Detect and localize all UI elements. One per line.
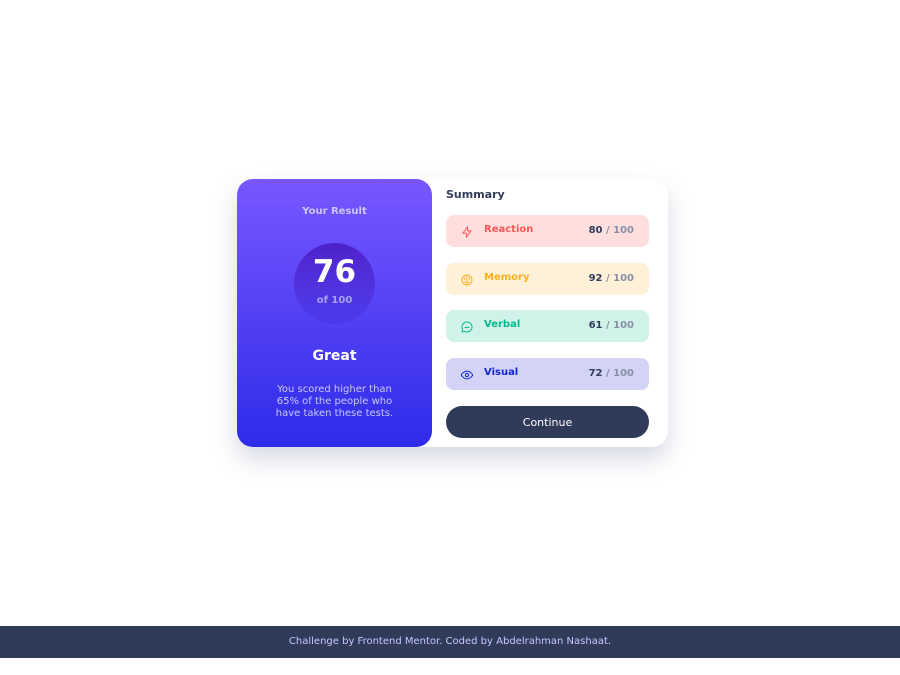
summary-row-label: Visual xyxy=(484,367,519,378)
rating-description: You scored higher than 65% of the people… xyxy=(275,384,394,419)
brain-icon xyxy=(460,272,474,286)
summary-row-visual: Visual 72 / 100 xyxy=(446,358,649,390)
result-panel: Your Result 76 of 100 Great You scored h… xyxy=(237,179,432,447)
results-card: Your Result 76 of 100 Great You scored h… xyxy=(237,179,668,447)
score-of-label: of 100 xyxy=(316,295,353,306)
chat-icon xyxy=(460,319,474,333)
summary-row-label: Memory xyxy=(484,272,530,283)
summary-row-reaction: Reaction 80 / 100 xyxy=(446,215,649,247)
summary-row-score: 61 / 100 xyxy=(589,320,634,331)
summary-row-label: Reaction xyxy=(484,224,534,235)
score-max: / 100 xyxy=(602,368,634,379)
score-number: 72 xyxy=(588,368,603,379)
score-max: / 100 xyxy=(602,320,634,331)
result-heading: Your Result xyxy=(302,206,367,217)
rating-title: Great xyxy=(312,348,357,364)
summary-row-score: 72 / 100 xyxy=(589,368,634,379)
summary-row-verbal: Verbal 61 / 100 xyxy=(446,310,649,342)
eye-icon xyxy=(460,367,474,381)
footer-attribution: Challenge by Frontend Mentor. Coded by A… xyxy=(0,626,900,658)
score-circle: 76 of 100 xyxy=(294,243,375,324)
summary-row-score: 92 / 100 xyxy=(589,273,634,284)
summary-row-label: Verbal xyxy=(484,319,521,330)
lightning-icon xyxy=(460,224,474,238)
summary-title: Summary xyxy=(446,188,505,201)
score-max: / 100 xyxy=(602,273,634,284)
score-number: 92 xyxy=(588,273,603,284)
score-value: 76 xyxy=(312,254,357,290)
summary-panel: Summary Reaction 80 / 100 Memory 92 / 10… xyxy=(446,179,649,447)
score-number: 61 xyxy=(588,320,603,331)
summary-row-memory: Memory 92 / 100 xyxy=(446,263,649,295)
score-max: / 100 xyxy=(602,225,634,236)
continue-button[interactable]: Continue xyxy=(446,406,649,438)
summary-row-score: 80 / 100 xyxy=(589,225,634,236)
score-number: 80 xyxy=(588,225,603,236)
